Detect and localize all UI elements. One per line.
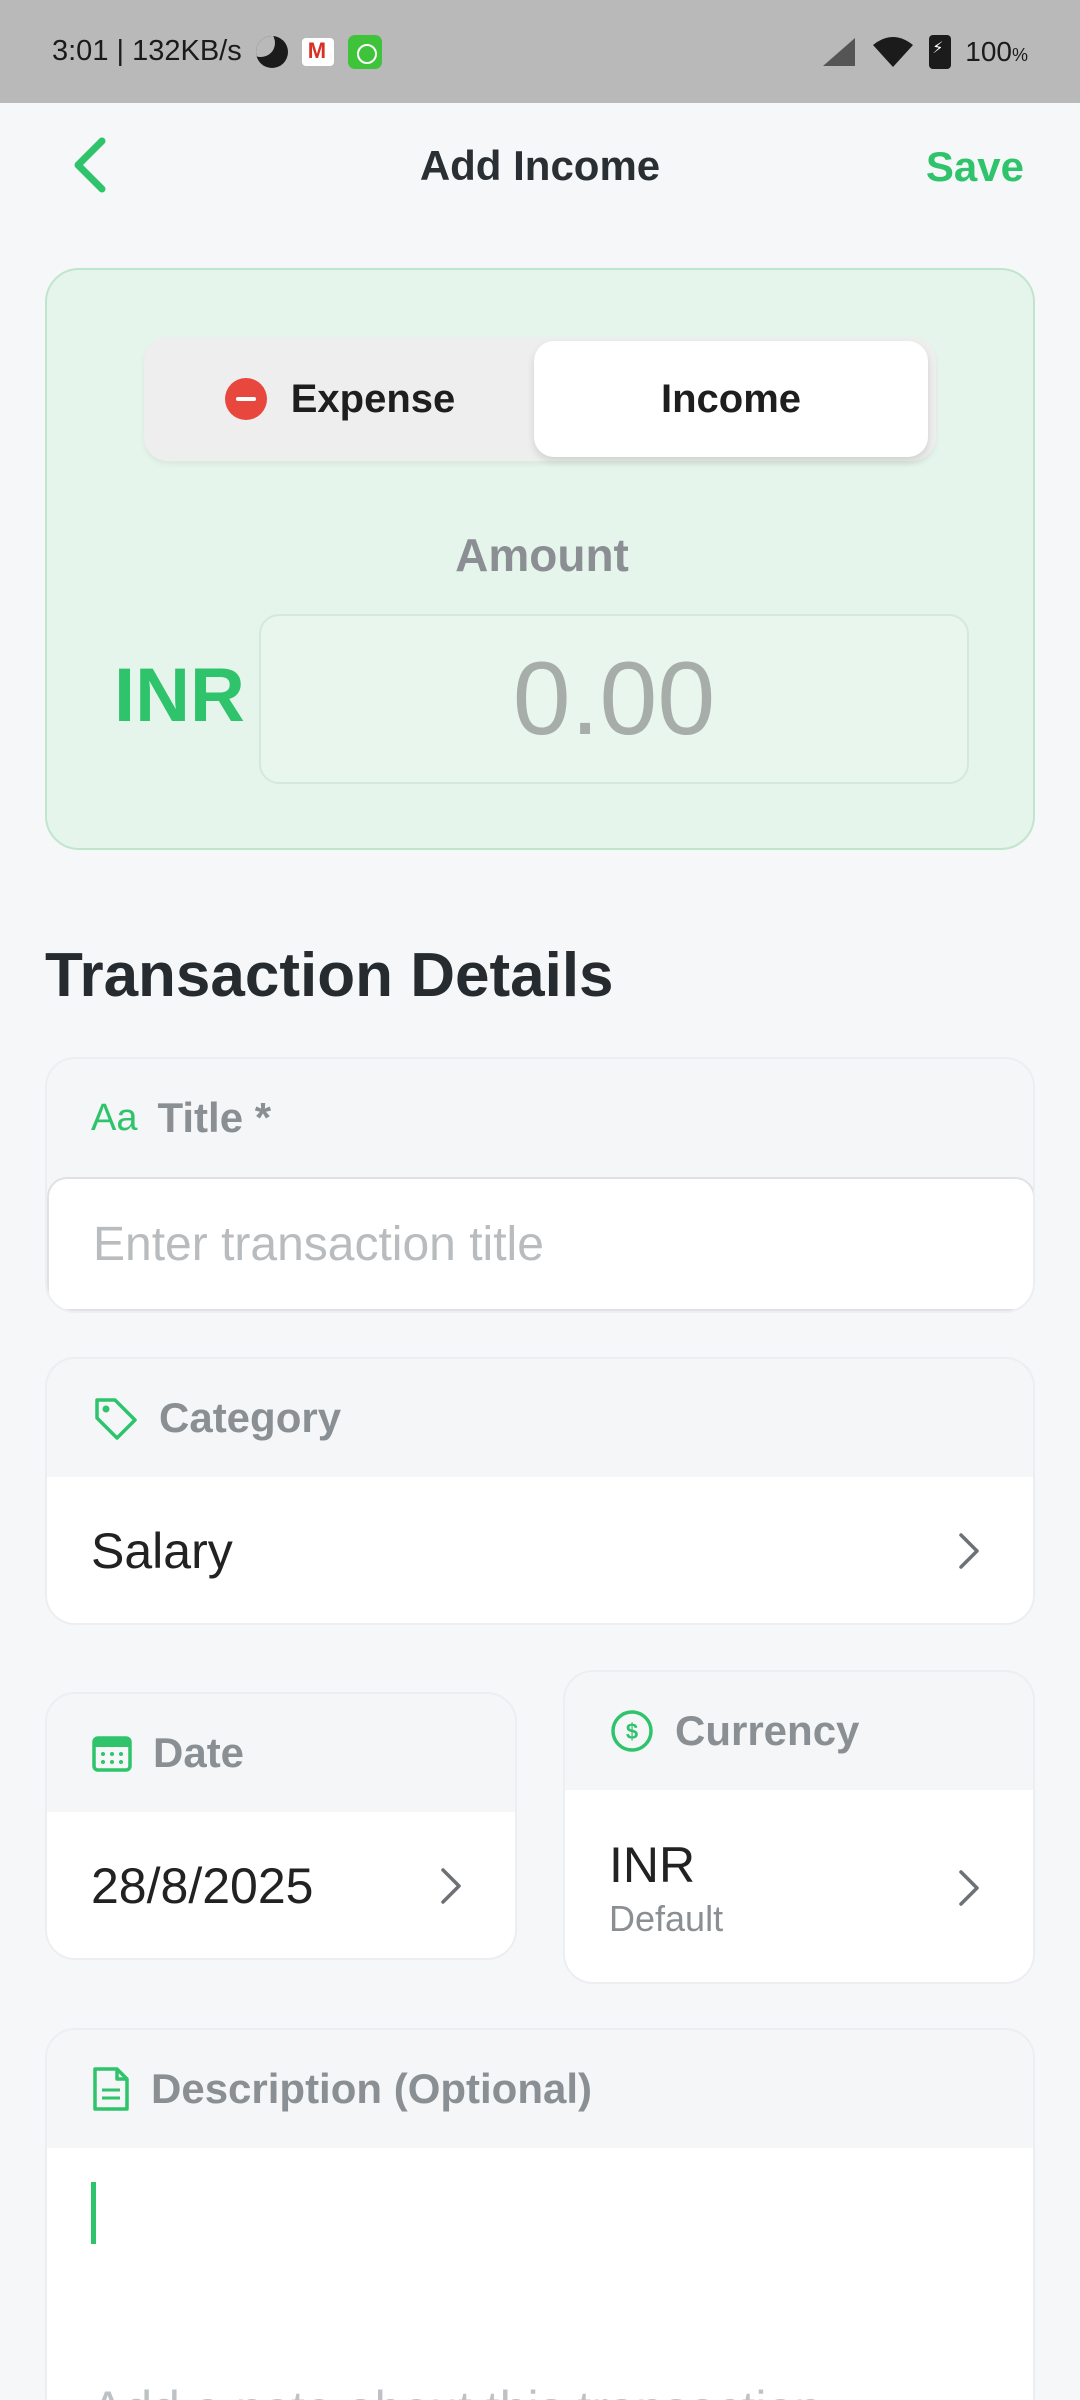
status-bar: 3:01 | 132KB/s 100% — [0, 0, 1080, 103]
income-tab-label: Income — [660, 376, 802, 421]
category-field-card: Category Salary — [45, 1357, 1035, 1625]
title-field-card: Aa Title * — [45, 1057, 1035, 1313]
currency-sub-label: Default — [609, 1898, 724, 1939]
date-value: 28/8/2025 — [91, 1858, 314, 1914]
battery-percent: 100% — [965, 35, 1028, 67]
text-cursor — [91, 2182, 96, 2244]
status-time: 3:01 | 132KB/s — [52, 35, 242, 67]
tag-icon — [95, 1398, 137, 1440]
expense-tab-label: Expense — [290, 376, 456, 421]
chevron-right-icon — [441, 1868, 461, 1904]
currency-label: Currency — [675, 1707, 860, 1754]
app-notification-icon — [347, 34, 382, 69]
category-value: Salary — [91, 1523, 233, 1579]
category-selector[interactable]: Salary — [47, 1477, 1033, 1623]
amount-card: Expense Income Amount INR — [45, 268, 1035, 850]
date-field-card: Date 28/8/2025 — [45, 1692, 517, 1960]
calendar-icon — [92, 1736, 132, 1772]
svg-text:$: $ — [626, 1719, 638, 1744]
currency-field-card: $ Currency INR Default — [563, 1670, 1035, 1984]
chevron-left-icon — [74, 137, 106, 193]
expense-tab[interactable]: Expense — [144, 337, 536, 461]
description-input[interactable] — [91, 2380, 991, 2400]
description-label: Description (Optional) — [151, 2065, 592, 2112]
title-input[interactable] — [47, 1177, 1033, 1311]
wifi-icon — [873, 36, 914, 67]
page-title: Add Income — [419, 141, 661, 189]
minus-circle-icon — [224, 378, 267, 420]
date-selector[interactable]: 28/8/2025 — [47, 1812, 515, 1958]
amount-input[interactable] — [259, 614, 969, 784]
battery-icon — [929, 34, 952, 69]
income-tab[interactable]: Income — [534, 341, 928, 457]
dollar-circle-icon: $ — [611, 1710, 653, 1752]
description-area[interactable] — [47, 2148, 1033, 2400]
text-format-icon: Aa — [91, 1096, 138, 1139]
gmail-icon — [301, 37, 334, 66]
chevron-right-icon — [959, 1870, 979, 1906]
currency-code: INR — [114, 653, 245, 738]
title-label: Title * — [157, 1094, 272, 1141]
transaction-type-toggle: Expense Income — [144, 337, 936, 461]
currency-selector[interactable]: INR Default — [565, 1790, 1033, 1982]
save-button[interactable]: Save — [926, 143, 1024, 191]
category-label: Category — [159, 1394, 342, 1441]
app-header: Add Income Save — [0, 103, 1080, 228]
currency-value: INR — [609, 1837, 696, 1893]
signal-icon — [823, 37, 856, 66]
back-button[interactable] — [70, 133, 130, 197]
chevron-right-icon — [959, 1533, 979, 1569]
do-not-disturb-icon — [255, 35, 288, 68]
date-label: Date — [153, 1729, 245, 1776]
amount-label: Amount — [455, 529, 629, 581]
document-icon — [93, 2067, 129, 2111]
section-title: Transaction Details — [45, 941, 614, 1010]
description-field-card: Description (Optional) — [45, 2028, 1035, 2400]
